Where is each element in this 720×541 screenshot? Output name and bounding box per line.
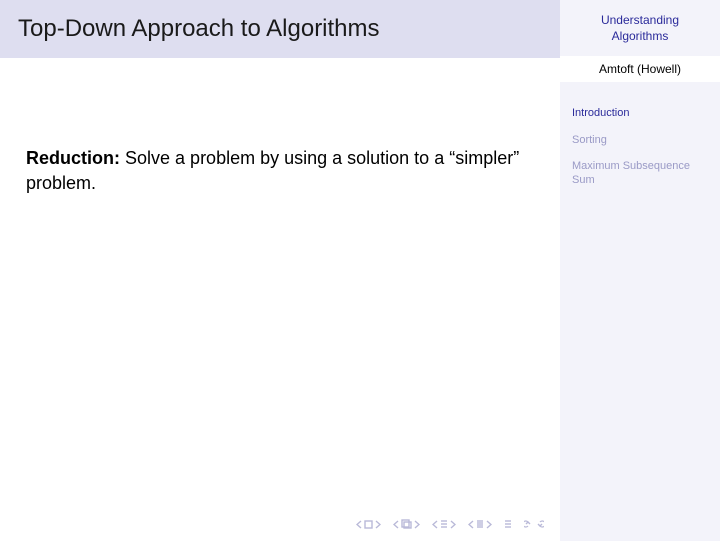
sidebar-item-introduction[interactable]: Introduction xyxy=(560,100,720,126)
nav-section-group[interactable] xyxy=(393,519,420,529)
nav-appendix-group[interactable] xyxy=(468,519,492,529)
sidebar-item-max-subseq[interactable]: Maximum Subsequence Sum xyxy=(560,153,720,194)
slide-title: Top-Down Approach to Algorithms xyxy=(18,15,380,43)
chevron-right-icon xyxy=(414,520,420,529)
nav-subsection-group[interactable] xyxy=(432,519,456,529)
chevron-left-icon xyxy=(468,520,474,529)
frame-icon xyxy=(364,520,373,529)
sidebar-title: Understanding Algorithms xyxy=(560,12,720,56)
sidebar-item-label: Sorting xyxy=(572,134,607,146)
sidebar-title-line1: Understanding xyxy=(601,13,679,27)
sidebar: Understanding Algorithms Amtoft (Howell)… xyxy=(560,0,720,541)
reduction-term: Reduction: xyxy=(26,148,120,168)
undo-redo-icon xyxy=(524,519,544,529)
chevron-right-icon xyxy=(375,520,381,529)
nav-goto-end[interactable] xyxy=(504,519,512,529)
section-icon xyxy=(401,519,412,529)
sidebar-item-sorting[interactable]: Sorting xyxy=(560,127,720,153)
chevron-left-icon xyxy=(356,520,362,529)
chevron-right-icon xyxy=(486,520,492,529)
sidebar-item-label: Introduction xyxy=(572,107,629,119)
sidebar-title-line2: Algorithms xyxy=(612,29,669,43)
subsection-icon xyxy=(440,519,448,529)
beamer-navbar xyxy=(0,515,560,533)
sidebar-author: Amtoft (Howell) xyxy=(560,56,720,82)
slide-header: Top-Down Approach to Algorithms xyxy=(0,0,560,58)
nav-back-forward[interactable] xyxy=(524,519,544,529)
slide-body: Reduction: Solve a problem by using a so… xyxy=(0,58,560,541)
sidebar-item-label: Maximum Subsequence Sum xyxy=(572,160,690,186)
reduction-paragraph: Reduction: Solve a problem by using a so… xyxy=(26,146,534,196)
chevron-left-icon xyxy=(393,520,399,529)
lines-icon xyxy=(504,519,512,529)
nav-frame-group[interactable] xyxy=(356,520,381,529)
appendix-icon xyxy=(476,519,484,529)
chevron-right-icon xyxy=(450,520,456,529)
slide: Top-Down Approach to Algorithms Reductio… xyxy=(0,0,720,541)
chevron-left-icon xyxy=(432,520,438,529)
